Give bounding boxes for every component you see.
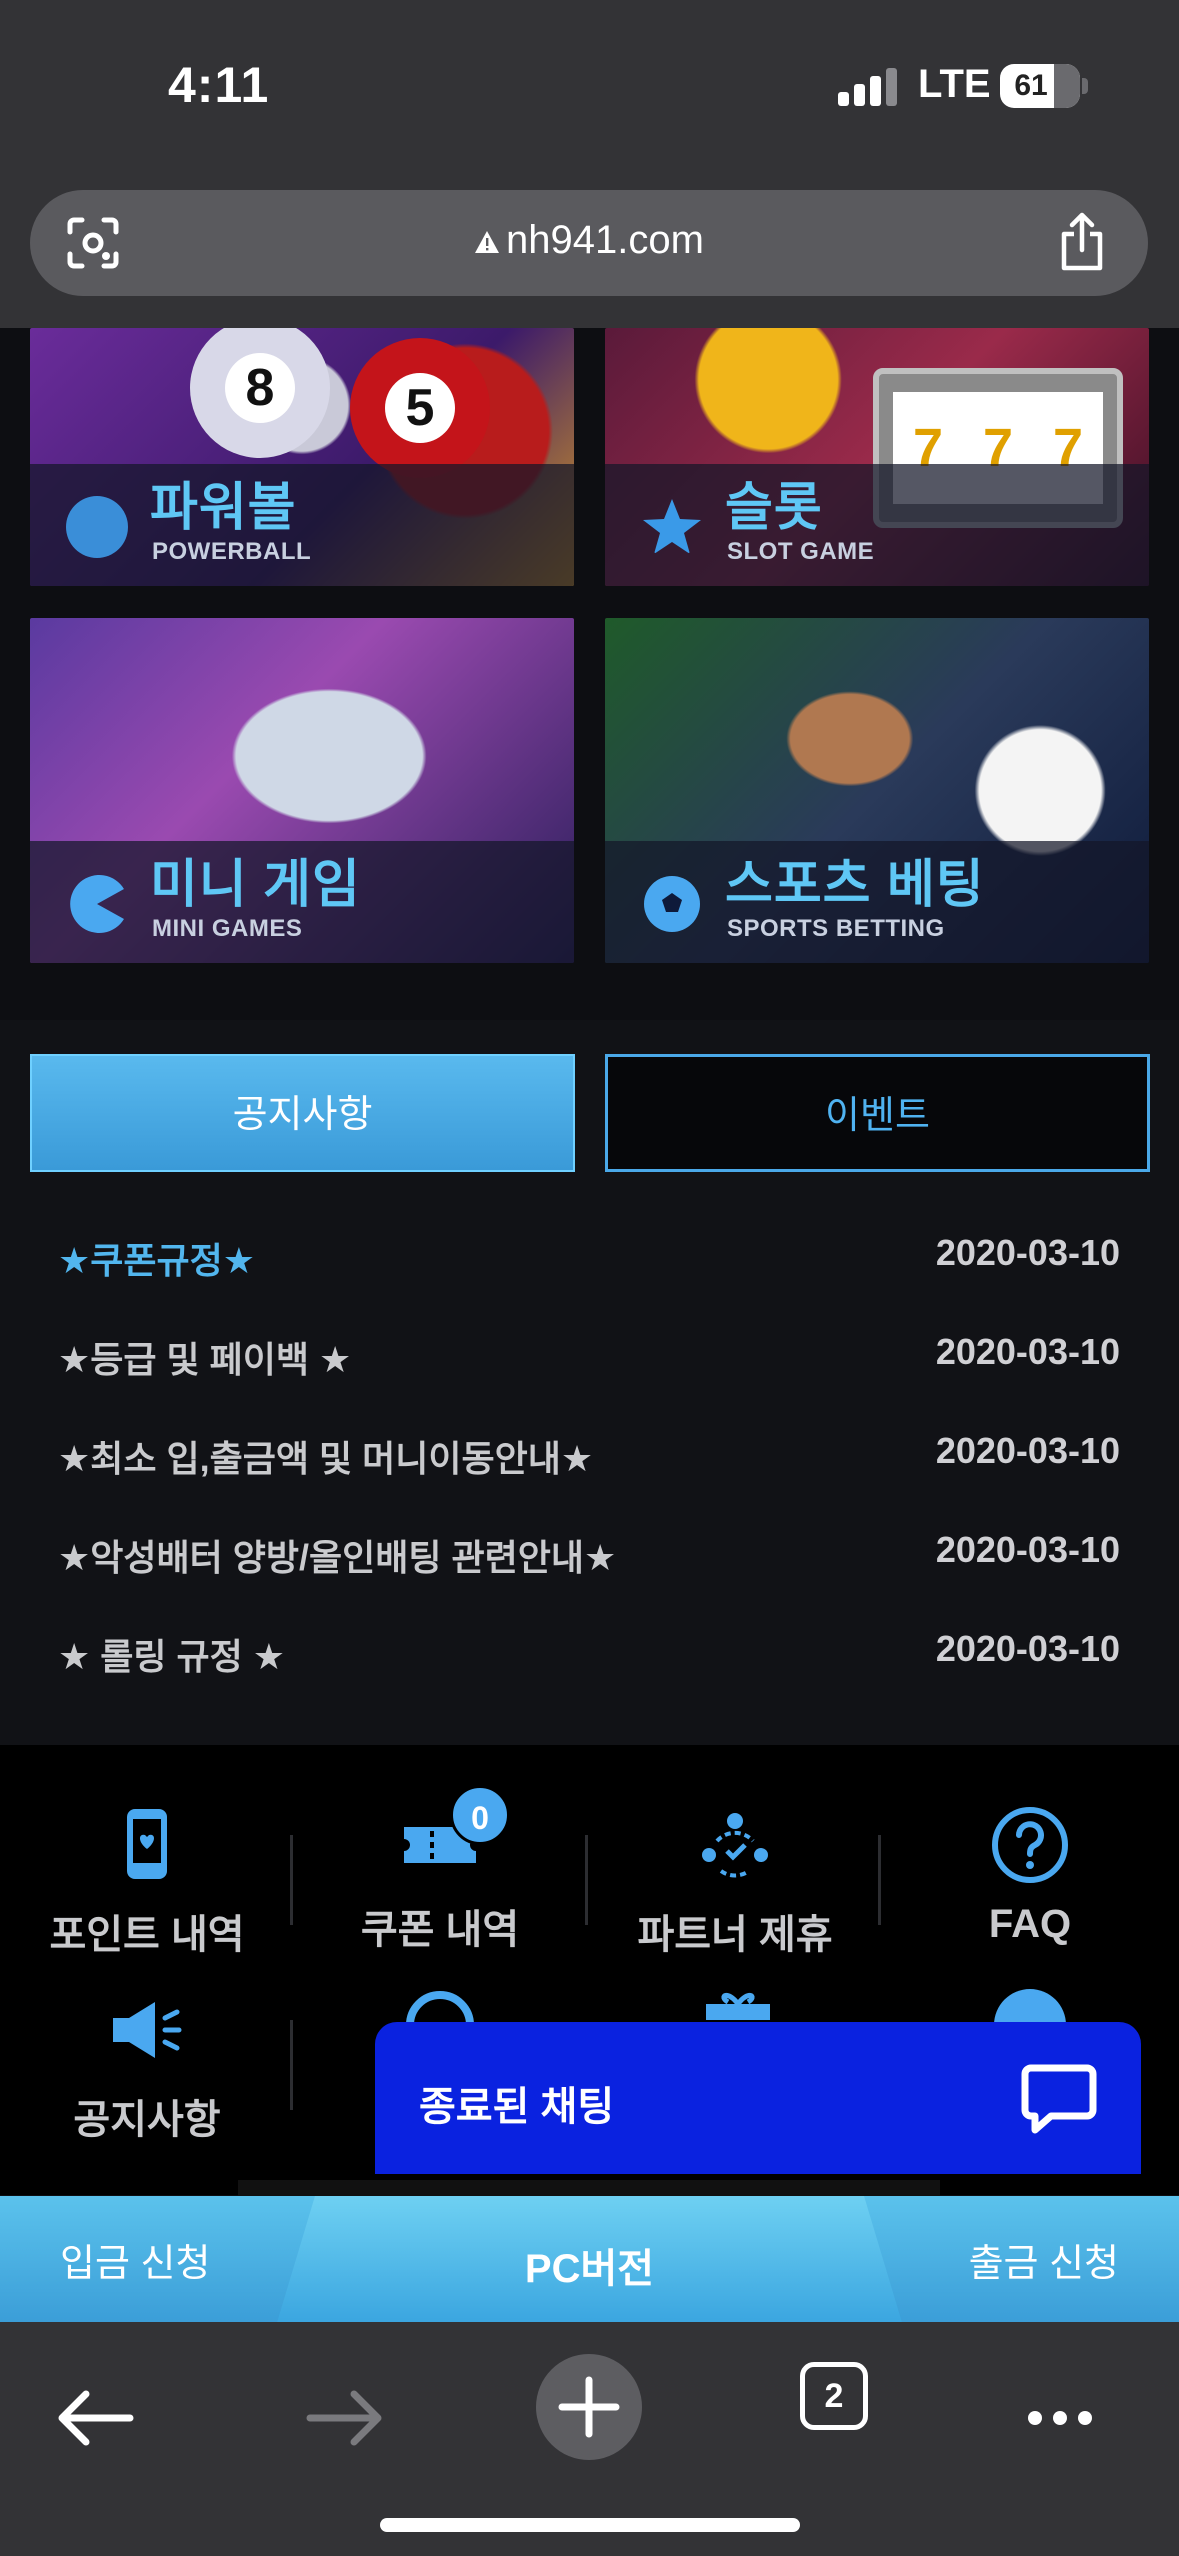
notice-title: ★악성배터 양방/올인배팅 관련안내★ (58, 1537, 617, 1578)
divider (290, 2020, 293, 2110)
deposit-label[interactable]: 입금 신청 (60, 2232, 210, 2287)
forward-arrow-icon[interactable] (290, 2368, 400, 2468)
list-item[interactable]: ★최소 입,출금액 및 머니이동안내★ 2020-03-10 (58, 1430, 1120, 1490)
ball-5-graphic: 5 (350, 338, 490, 478)
ticket-icon-wrap: 0 (400, 1785, 510, 1885)
share-icon[interactable] (1056, 212, 1108, 272)
plus-icon (558, 2376, 620, 2438)
tab-switcher-button[interactable]: 2 (800, 2362, 868, 2430)
chat-bubble-icon (1021, 2064, 1097, 2134)
list-item[interactable]: ★ 롤링 규정 ★ 2020-03-10 (58, 1628, 1120, 1688)
star-icon (643, 499, 701, 554)
partner-button[interactable]: 파트너 제휴 (590, 1805, 880, 1960)
list-item[interactable]: ★쿠폰규정★ 2020-03-10 (58, 1232, 1120, 1292)
notice-button[interactable]: 공지사항 (2, 1990, 292, 2145)
bottom-action-bar: PC버전 입금 신청 출금 신청 (0, 2196, 1179, 2322)
game-tile-sports-betting[interactable]: 스포츠 베팅 SPORTS BETTING (605, 618, 1149, 963)
status-bar: 4:11 LTE 61 (0, 0, 1179, 180)
warning-icon (475, 231, 500, 253)
list-item[interactable]: ★등급 및 페이백 ★ 2020-03-10 (58, 1331, 1120, 1391)
divider (878, 1835, 881, 1925)
new-tab-button[interactable] (536, 2354, 642, 2460)
notice-date: 2020-03-10 (935, 1331, 1120, 1372)
game-subtitle: SPORTS BETTING (727, 915, 945, 942)
game-subtitle: POWERBALL (152, 538, 312, 565)
question-icon (992, 1807, 1068, 1883)
support-24-icon (406, 1991, 474, 2025)
point-history-button[interactable]: 포인트 내역 (2, 1805, 292, 1960)
tab-event[interactable]: 이벤트 (605, 1054, 1150, 1172)
address-bar[interactable]: nh941.com (30, 190, 1148, 296)
notice-date: 2020-03-10 (935, 1430, 1120, 1471)
notice-date: 2020-03-10 (935, 1628, 1120, 1669)
chat-widget[interactable]: 종료된 채팅 (375, 2022, 1141, 2174)
chat-face-icon (994, 1989, 1066, 2025)
status-time: 4:11 (168, 57, 270, 113)
withdraw-label[interactable]: 출금 신청 (969, 2232, 1119, 2287)
notice-date: 2020-03-10 (935, 1529, 1120, 1570)
network-label: LTE (918, 62, 991, 106)
game-tile-slot[interactable]: 777 슬롯 SLOT GAME (605, 328, 1149, 586)
game-subtitle: SLOT GAME (727, 538, 875, 565)
faq-button[interactable]: FAQ (885, 1805, 1175, 1947)
url-text: nh941.com (506, 218, 704, 262)
quick-label: 쿠폰 내역 (360, 1908, 520, 1952)
notice-date: 2020-03-10 (935, 1232, 1120, 1273)
coupon-badge: 0 (450, 1785, 510, 1845)
list-item[interactable]: ★악성배터 양방/올인배팅 관련안내★ 2020-03-10 (58, 1529, 1120, 1589)
game-name: 미니 게임 (150, 856, 361, 914)
more-options-icon[interactable] (1005, 2368, 1115, 2468)
signal-icon (838, 66, 898, 106)
pacman-icon (70, 875, 124, 933)
powerball-icon (66, 496, 128, 558)
home-indicator (380, 2518, 800, 2532)
phone-heart-icon (127, 1809, 167, 1879)
battery-tip (1082, 78, 1088, 94)
notice-title: ★쿠폰규정★ (58, 1240, 256, 1281)
back-arrow-icon[interactable] (40, 2368, 150, 2468)
gift-icon (706, 1993, 770, 2020)
game-name: 파워볼 (150, 479, 297, 537)
divider (585, 1835, 588, 1925)
notice-title: ★최소 입,출금액 및 머니이동안내★ (58, 1438, 594, 1479)
battery-icon: 61 (1000, 64, 1080, 108)
game-tile-powerball[interactable]: 8 5 파워볼 POWERBALL (30, 328, 574, 586)
game-name: 스포츠 베팅 (725, 856, 985, 914)
partner-icon (702, 1813, 768, 1878)
quick-label: 공지사항 (73, 2098, 221, 2142)
quick-label: 포인트 내역 (49, 1913, 245, 1957)
ball-8-graphic: 8 (190, 328, 330, 458)
game-name: 슬롯 (725, 479, 823, 537)
browser-toolbar: 2 (0, 2322, 1179, 2556)
game-subtitle: MINI GAMES (152, 915, 303, 942)
megaphone-icon (113, 2002, 182, 2058)
notice-title: ★등급 및 페이백 ★ (58, 1339, 352, 1380)
soccer-ball-icon (644, 876, 700, 932)
notice-title: ★ 롤링 규정 ★ (58, 1636, 286, 1677)
tab-notice[interactable]: 공지사항 (30, 1054, 575, 1172)
divider (290, 1835, 293, 1925)
coupon-history-button[interactable]: 0 쿠폰 내역 (295, 1785, 585, 1955)
quick-label: 파트너 제휴 (637, 1913, 833, 1957)
url-text-wrap[interactable]: nh941.com (30, 218, 1148, 263)
game-tile-mini-games[interactable]: 미니 게임 MINI GAMES (30, 618, 574, 963)
battery-level: 61 (1014, 69, 1048, 102)
quick-label: FAQ (988, 1902, 1072, 1946)
chat-label: 종료된 채팅 (419, 2085, 615, 2129)
